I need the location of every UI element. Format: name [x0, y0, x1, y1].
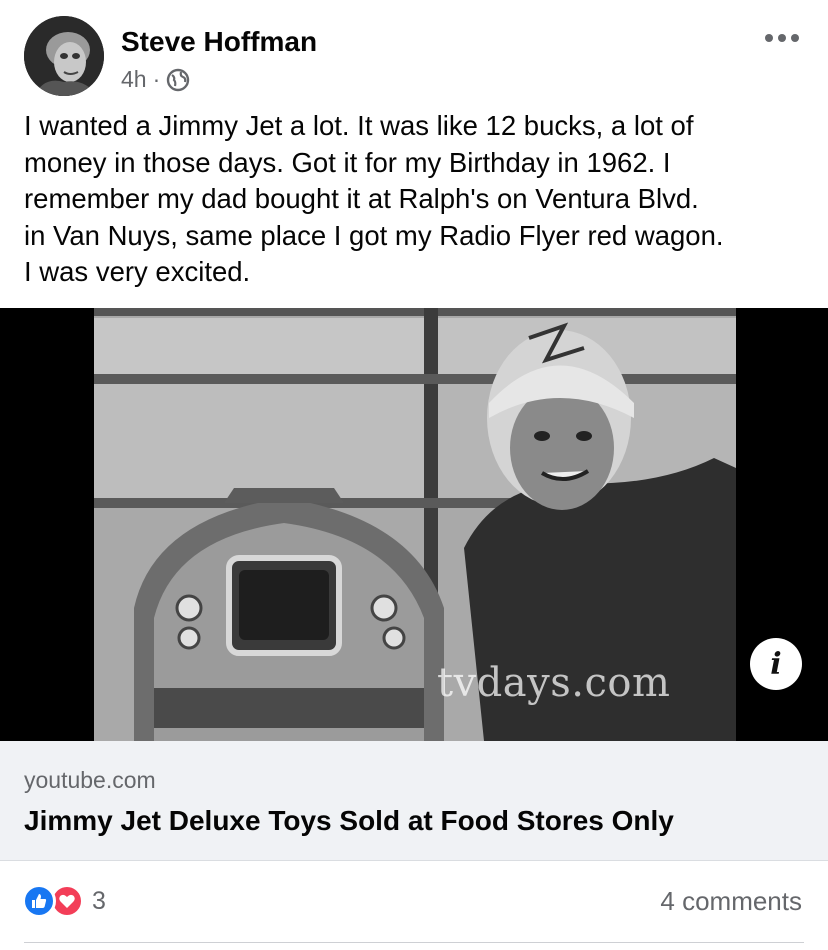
- more-options-button[interactable]: [762, 26, 802, 50]
- link-preview-card[interactable]: youtube.com Jimmy Jet Deluxe Toys Sold a…: [0, 741, 828, 861]
- info-icon: i: [770, 646, 782, 682]
- comments-count-link[interactable]: 4 comments: [660, 886, 802, 917]
- reactions-summary[interactable]: 3: [22, 884, 106, 918]
- video-watermark: tvdays.com: [437, 660, 671, 706]
- post-time[interactable]: 4h: [121, 66, 147, 93]
- footer-divider: [24, 942, 804, 943]
- post-text: I wanted a Jimmy Jet a lot. It was like …: [24, 110, 724, 287]
- video-thumbnail[interactable]: tvdays.com i: [0, 308, 828, 741]
- reaction-count: 3: [92, 886, 106, 915]
- author-name[interactable]: Steve Hoffman: [121, 26, 317, 58]
- post-meta: 4h ·: [121, 66, 190, 93]
- more-horizontal-icon: [765, 34, 799, 42]
- link-domain: youtube.com: [24, 767, 156, 793]
- globe-icon[interactable]: [166, 68, 190, 92]
- avatar[interactable]: [24, 16, 104, 96]
- link-title[interactable]: Jimmy Jet Deluxe Toys Sold at Food Store…: [24, 805, 674, 837]
- post-header: Steve Hoffman 4h ·: [0, 0, 828, 100]
- info-button[interactable]: i: [750, 638, 802, 690]
- like-icon: [22, 884, 56, 918]
- meta-separator: ·: [152, 66, 161, 92]
